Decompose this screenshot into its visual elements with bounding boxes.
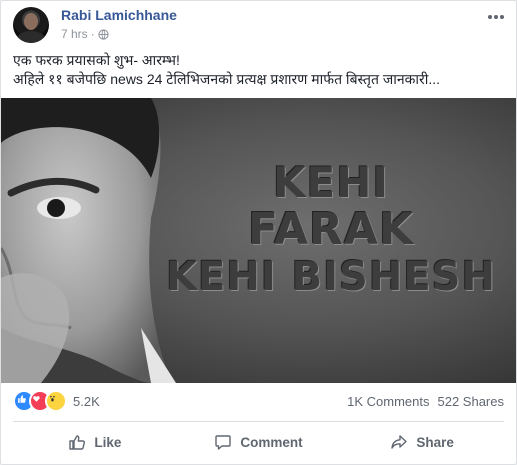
comment-label: Comment	[240, 434, 303, 450]
image-headline: KEHI FARAK KEHI BISHESH	[151, 158, 511, 301]
avatar[interactable]	[13, 7, 49, 43]
author-name[interactable]: Rabi Lamichhane	[61, 7, 177, 23]
post-stats: 5.2K 1K Comments 522 Shares	[13, 389, 504, 413]
wow-icon	[45, 390, 67, 412]
comment-icon	[215, 435, 232, 450]
share-label: Share	[416, 434, 454, 450]
post-time[interactable]: 7 hrs	[61, 27, 88, 41]
post-image[interactable]: KEHI FARAK KEHI BISHESH	[1, 98, 516, 383]
reactions-count[interactable]: 5.2K	[73, 394, 100, 409]
post-text-line-2[interactable]: अहिले ११ बजेपछि news 24 टेलिभिजनको प्रत्…	[13, 70, 506, 89]
headline-line-1: KEHI	[272, 158, 389, 207]
like-label: Like	[94, 434, 122, 450]
comment-button[interactable]: Comment	[177, 425, 341, 459]
share-button[interactable]: Share	[340, 425, 504, 459]
post-text: एक फरक प्रयासको शुभ- आरम्भ! अहिले ११ बजे…	[13, 51, 506, 89]
headline-line-2: FARAK	[247, 204, 415, 255]
post-meta: 7 hrs ·	[61, 27, 109, 41]
divider	[13, 421, 504, 422]
share-icon	[391, 435, 408, 449]
comments-count[interactable]: 1K Comments	[347, 394, 429, 409]
action-bar: Like Comment Share	[13, 425, 504, 459]
reactions-summary[interactable]: 5.2K	[13, 390, 100, 412]
shares-count[interactable]: 522 Shares	[438, 394, 505, 409]
thumbs-up-icon	[69, 435, 86, 450]
meta-separator: ·	[90, 27, 95, 41]
post-header: Rabi Lamichhane 7 hrs ·	[13, 7, 506, 43]
headline-line-3: KEHI BISHESH	[166, 254, 496, 300]
post-text-line-1: एक फरक प्रयासको शुभ- आरम्भ!	[13, 52, 180, 68]
like-button[interactable]: Like	[13, 425, 177, 459]
globe-icon[interactable]	[98, 28, 109, 40]
more-options-icon[interactable]	[486, 11, 506, 23]
post-card: Rabi Lamichhane 7 hrs · एक फरक प्रयासको …	[0, 0, 517, 465]
